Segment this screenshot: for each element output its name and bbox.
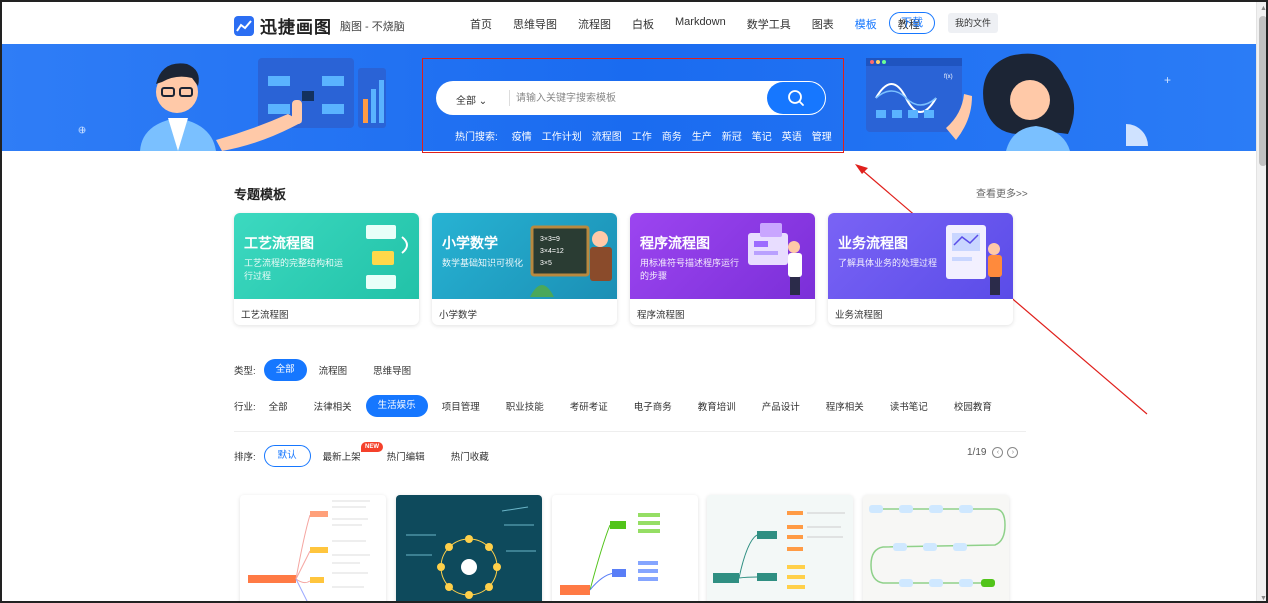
scroll-down-icon[interactable]: ▼	[1260, 595, 1266, 601]
business-illustration-icon	[946, 225, 1002, 295]
industry-option[interactable]: 产品设计	[762, 399, 800, 413]
scroll-up-icon[interactable]: ▲	[1260, 5, 1266, 12]
card-name: 业务流程图	[835, 310, 883, 321]
industry-option[interactable]: 职业技能	[506, 399, 544, 413]
industry-option[interactable]: 教育培训	[698, 399, 736, 413]
sort-option[interactable]: 最新上架	[323, 449, 361, 463]
sort-filter-label: 排序:	[234, 452, 256, 463]
plan-mindmap-preview	[560, 513, 660, 595]
topic-card-process[interactable]: 工艺流程图 工艺流程的完整结构和运行过程 工艺流程图	[234, 213, 419, 325]
new-badge: NEW	[361, 442, 383, 452]
industry-option[interactable]: 项目管理	[442, 399, 480, 413]
industry-option[interactable]: 考研考证	[570, 399, 608, 413]
scrollbar-thumb[interactable]	[1259, 16, 1266, 166]
industry-option[interactable]: 程序相关	[826, 399, 864, 413]
industry-option[interactable]: 电子商务	[634, 399, 672, 413]
sort-option-active[interactable]: 默认	[263, 445, 311, 467]
template-thumbnail[interactable]	[240, 495, 386, 601]
industry-filter: 行业: 全部 法律相关 生活娱乐 项目管理 职业技能 考研考证 电子商务 教育培…	[234, 395, 1018, 417]
flow-illustration-icon	[366, 225, 408, 289]
sort-option[interactable]: 热门收藏	[451, 449, 489, 463]
industry-option[interactable]: 法律相关	[314, 399, 352, 413]
template-thumbnail[interactable]	[396, 495, 542, 601]
app-window: 迅捷画图 脑图 - 不烧脑 首页 思维导图 流程图 白板 Markdown 数学…	[0, 0, 1268, 603]
type-filter-label: 类型:	[234, 366, 256, 377]
vertical-scrollbar[interactable]: ▲ ▼	[1256, 2, 1266, 601]
prev-page-icon[interactable]: ‹	[992, 447, 1004, 458]
card-desc: 用标准符号描述程序运行的步骤	[640, 258, 740, 281]
card-name: 程序流程图	[637, 310, 685, 321]
card-title: 程序流程图	[640, 235, 710, 251]
industry-option[interactable]: 读书笔记	[890, 399, 928, 413]
type-option[interactable]: 流程图	[319, 363, 348, 377]
circle-mindmap-preview	[406, 506, 536, 599]
program-illustration-icon	[748, 223, 802, 295]
svg-text:3×4=12: 3×4=12	[540, 248, 564, 255]
topic-card-math[interactable]: 3×3=9 3×4=12 3×5 小学数学 数学基础知识可视化 小学数学	[432, 213, 617, 325]
topic-card-business[interactable]: 业务流程图 了解具体业务的处理过程 业务流程图	[828, 213, 1013, 325]
card-title: 小学数学	[442, 235, 498, 251]
mindmap-preview	[248, 500, 370, 601]
card-banner	[234, 213, 419, 299]
industry-option-active[interactable]: 生活娱乐	[365, 395, 428, 417]
type-option-active[interactable]: 全部	[263, 359, 307, 381]
template-thumbnail[interactable]	[863, 495, 1009, 601]
svg-text:3×3=9: 3×3=9	[540, 236, 560, 243]
card-name: 小学数学	[439, 310, 478, 321]
filter-divider	[234, 431, 1026, 432]
card-banner: 3×3=9 3×4=12 3×5	[432, 213, 617, 299]
teal-mindmap-preview	[713, 511, 845, 589]
industry-option[interactable]: 校园教育	[954, 399, 992, 413]
card-title: 工艺流程图	[244, 235, 314, 251]
see-more-link[interactable]: 查看更多>>	[976, 185, 1028, 200]
industry-option[interactable]: 全部	[269, 399, 288, 413]
template-thumbnail[interactable]	[552, 495, 698, 601]
pagination: 1/19 ‹ ›	[967, 447, 1019, 458]
type-filter: 类型: 全部 流程图 思维导图	[234, 359, 437, 381]
card-desc: 了解具体业务的处理过程	[838, 258, 938, 268]
topic-card-program[interactable]: 程序流程图 用标准符号描述程序运行的步骤 程序流程图	[630, 213, 815, 325]
sort-option[interactable]: 热门编辑	[387, 449, 425, 463]
card-name: 工艺流程图	[241, 310, 289, 321]
card-banner	[630, 213, 815, 299]
template-thumbnail[interactable]	[707, 495, 853, 601]
timeline-flow-preview	[869, 505, 1006, 587]
card-desc: 工艺流程的完整结构和运行过程	[244, 258, 344, 281]
type-option[interactable]: 思维导图	[373, 363, 411, 377]
page-indicator: 1/19	[967, 447, 987, 458]
card-banner	[828, 213, 1013, 299]
card-title: 业务流程图	[838, 235, 908, 251]
card-desc: 数学基础知识可视化	[442, 258, 524, 268]
next-page-icon[interactable]: ›	[1007, 447, 1019, 458]
industry-filter-label: 行业:	[234, 402, 256, 413]
section-title: 专题模板	[234, 187, 287, 202]
